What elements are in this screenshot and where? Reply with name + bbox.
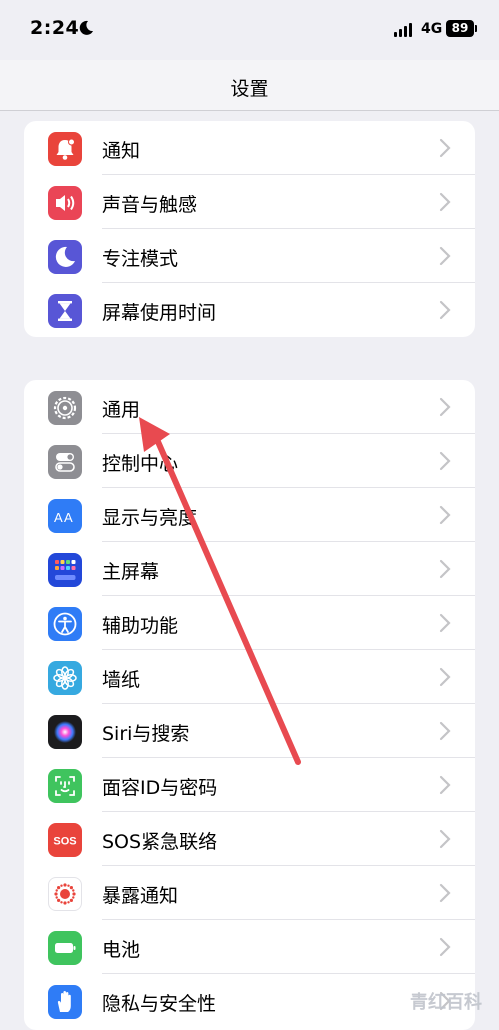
row-label: 面容ID与密码 <box>102 777 218 799</box>
chevron-right-icon <box>439 451 451 471</box>
row-label: 主屏幕 <box>102 561 160 583</box>
chevron-right-icon <box>439 721 451 741</box>
svg-text:A: A <box>64 510 73 525</box>
row-label: 显示与亮度 <box>102 507 198 529</box>
chevron-right-icon <box>439 505 451 525</box>
settings-row-home-screen[interactable]: 主屏幕 <box>24 542 475 596</box>
svg-text:A: A <box>54 510 63 525</box>
row-label: Siri与搜索 <box>102 723 190 745</box>
sos-icon: SOS <box>48 823 82 857</box>
face-id-icon <box>48 769 82 803</box>
exposure-icon <box>48 877 82 911</box>
chevron-right-icon <box>439 829 451 849</box>
row-label: 通用 <box>102 399 141 421</box>
chevron-right-icon <box>439 775 451 795</box>
status-bar: 2:24 4G 89 <box>0 0 499 60</box>
toggle-icon <box>48 445 82 479</box>
settings-row-siri[interactable]: Siri与搜索 <box>24 704 475 758</box>
settings-row-battery[interactable]: 电池 <box>24 920 475 974</box>
navigation-bar: 设置 <box>0 60 499 111</box>
chevron-right-icon <box>439 667 451 687</box>
row-label: SOS紧急联络 <box>102 831 218 853</box>
page-title: 设置 <box>230 78 269 100</box>
hand-icon <box>48 985 82 1019</box>
settings-row-emergency-sos[interactable]: SOS SOS紧急联络 <box>24 812 475 866</box>
settings-row-display[interactable]: AA 显示与亮度 <box>24 488 475 542</box>
moon-icon <box>48 240 82 274</box>
row-label: 辅助功能 <box>102 615 179 637</box>
battery-tip <box>475 25 477 32</box>
row-label: 电池 <box>102 939 141 961</box>
flower-icon <box>48 661 82 695</box>
settings-row-notifications[interactable]: 通知 <box>24 121 475 175</box>
status-time: 2:24 <box>30 17 80 39</box>
focus-moon-icon <box>79 20 93 35</box>
settings-row-focus[interactable]: 专注模式 <box>24 229 475 283</box>
row-label: 专注模式 <box>102 248 179 270</box>
text-size-icon: AA <box>48 499 82 533</box>
chevron-right-icon <box>439 937 451 957</box>
row-label: 隐私与安全性 <box>102 993 217 1015</box>
settings-row-wallpaper[interactable]: 墙纸 <box>24 650 475 704</box>
chevron-right-icon <box>439 559 451 579</box>
chevron-right-icon <box>439 192 451 212</box>
chevron-right-icon <box>439 138 451 158</box>
speaker-icon <box>48 186 82 220</box>
chevron-right-icon <box>439 300 451 320</box>
watermark: 青红百科 <box>410 992 482 1013</box>
settings-row-accessibility[interactable]: 辅助功能 <box>24 596 475 650</box>
settings-group-2: 通用 控制中心 AA 显示与亮度 主屏幕 辅助功能 墙纸 Siri与搜索 面容I… <box>24 380 475 1030</box>
battery-level: 89 <box>446 20 474 37</box>
accessibility-icon <box>48 607 82 641</box>
row-label: 屏幕使用时间 <box>102 302 217 324</box>
siri-icon <box>48 715 82 749</box>
network-type: 4G <box>421 21 443 37</box>
row-label: 墙纸 <box>102 669 141 691</box>
chevron-right-icon <box>439 613 451 633</box>
chevron-right-icon <box>439 397 451 417</box>
battery-icon <box>48 931 82 965</box>
settings-row-general[interactable]: 通用 <box>24 380 475 434</box>
hourglass-icon <box>48 294 82 328</box>
row-label: 暴露通知 <box>102 885 179 907</box>
row-label: 控制中心 <box>102 453 179 475</box>
chevron-right-icon <box>439 246 451 266</box>
svg-text:SOS: SOS <box>53 836 76 848</box>
bell-icon <box>48 132 82 166</box>
settings-row-face-id[interactable]: 面容ID与密码 <box>24 758 475 812</box>
row-label: 声音与触感 <box>102 194 198 216</box>
settings-row-control-center[interactable]: 控制中心 <box>24 434 475 488</box>
settings-row-screen-time[interactable]: 屏幕使用时间 <box>24 283 475 337</box>
row-label: 通知 <box>102 140 141 162</box>
settings-row-sounds[interactable]: 声音与触感 <box>24 175 475 229</box>
chevron-right-icon <box>439 883 451 903</box>
home-screen-icon <box>48 553 82 587</box>
settings-row-exposure[interactable]: 暴露通知 <box>24 866 475 920</box>
gear-icon <box>48 391 82 425</box>
settings-group-1: 通知 声音与触感 专注模式 屏幕使用时间 <box>24 121 475 337</box>
